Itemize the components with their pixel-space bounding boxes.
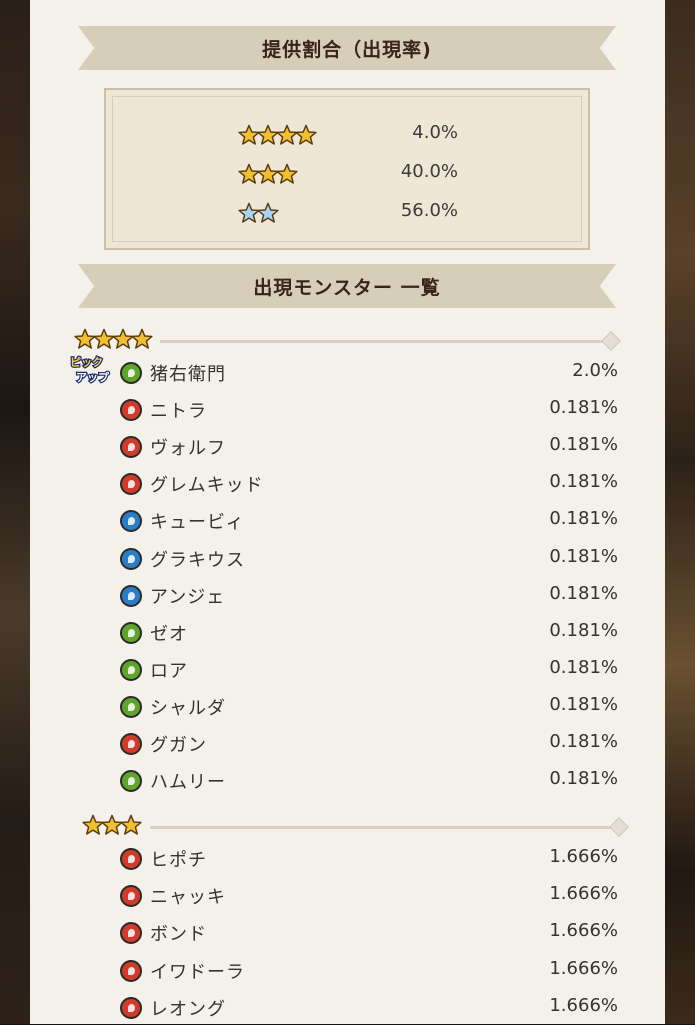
monster-name: シャルダ [150, 697, 226, 719]
four-star-section-header [70, 328, 630, 354]
monster-list-banner-title: 出現モンスター 一覧 [253, 276, 441, 299]
divider-diamond-icon [601, 331, 621, 351]
monster-row[interactable]: ハムリー 0.181% [30, 766, 665, 798]
monster-rate: 1.666% [549, 846, 618, 867]
rates-banner: 提供割合（出現率) [78, 26, 616, 70]
monster-rate: 1.666% [549, 883, 618, 905]
rarity-stars-icon [238, 202, 279, 228]
fire-attribute-icon [120, 996, 142, 1019]
monster-row[interactable]: アンジェ 0.181% [30, 581, 665, 613]
monster-row[interactable]: ニトラ 0.181% [30, 395, 665, 427]
monster-row[interactable]: ヴォルフ 0.181% [30, 432, 665, 464]
rate-row: 4.0% [106, 120, 588, 150]
monster-list-banner: 出現モンスター 一覧 [78, 264, 616, 308]
monster-rate: 1.666% [549, 957, 618, 979]
rate-value: 56.0% [400, 200, 458, 221]
monster-row[interactable]: キュービィ 0.181% [30, 506, 665, 538]
monster-row[interactable]: レオング 1.666% [30, 993, 665, 1025]
rate-row: 56.0% [106, 198, 588, 228]
rates-banner-title: 提供割合（出現率) [262, 38, 432, 61]
monster-rate: 0.181% [549, 582, 618, 604]
monster-rate: 0.181% [549, 397, 618, 419]
monster-rate: 0.181% [549, 656, 618, 678]
three-star-section-header [78, 814, 638, 840]
rate-value: 40.0% [400, 161, 458, 182]
monster-row[interactable]: グガン 0.181% [30, 729, 665, 761]
monster-name: イワドーラ [150, 961, 245, 983]
monster-name: レオング [150, 998, 226, 1020]
monster-rate: 0.181% [549, 731, 618, 752]
fire-attribute-icon [120, 436, 142, 459]
section-divider [150, 826, 618, 829]
monster-rate: 0.181% [549, 508, 618, 530]
monster-rate: 0.181% [549, 471, 618, 493]
rarity-stars-icon [238, 163, 298, 189]
monster-name: グラキウス [150, 549, 245, 571]
four-star-stars-icon [74, 328, 153, 354]
monster-name: 猪右衛門 [150, 364, 226, 385]
monster-name: ニトラ [150, 401, 207, 423]
monster-rate: 1.666% [549, 920, 618, 942]
monster-rate: 2.0% [572, 360, 618, 381]
rate-value: 4.0% [412, 122, 458, 143]
pickup-badge: ピック アップ [68, 352, 114, 386]
gacha-rate-panel[interactable]: 提供割合（出現率) 4.0% 40.0% 56.0% 出現モンスター 一覧 ピックア… [30, 0, 665, 1024]
rate-row: 40.0% [106, 159, 588, 189]
monster-name: グレムキッド [150, 475, 264, 497]
three-star-stars-icon [82, 814, 142, 840]
fire-attribute-icon [120, 733, 142, 755]
monster-row[interactable]: ヒポチ 1.666% [30, 844, 665, 876]
background-right [665, 0, 695, 1024]
monster-row[interactable]: ロア 0.181% [30, 655, 665, 687]
svg-text:ピック: ピック [70, 356, 103, 369]
svg-text:アップ: アップ [76, 370, 110, 384]
monster-name: キュービィ [150, 512, 245, 534]
fire-attribute-icon [120, 848, 142, 870]
monster-name: ヴォルフ [150, 438, 226, 460]
rarity-stars-icon [238, 124, 317, 150]
wood-attribute-icon [120, 362, 142, 384]
fire-attribute-icon [120, 473, 142, 496]
monster-row[interactable]: グレムキッド 0.181% [30, 469, 665, 501]
monster-rate: 0.181% [549, 619, 618, 641]
section-divider [160, 340, 610, 343]
wood-attribute-icon [120, 621, 142, 644]
background-left [0, 0, 30, 1024]
monster-row[interactable]: ボンド 1.666% [30, 918, 665, 950]
wood-attribute-icon [120, 658, 142, 681]
monster-row[interactable]: ピック アップ 猪右衛門 2.0% [30, 355, 665, 390]
monster-row[interactable]: シャルダ 0.181% [30, 692, 665, 724]
fire-attribute-icon [120, 885, 142, 908]
divider-diamond-icon [609, 817, 629, 837]
monster-row[interactable]: ニャッキ 1.666% [30, 881, 665, 913]
monster-name: ニャッキ [150, 887, 226, 909]
water-attribute-icon [120, 510, 142, 533]
fire-attribute-icon [120, 399, 142, 422]
monster-name: ボンド [150, 924, 207, 946]
monster-name: アンジェ [150, 586, 226, 608]
water-attribute-icon [120, 547, 142, 570]
fire-attribute-icon [120, 959, 142, 982]
monster-row[interactable]: ゼオ 0.181% [30, 618, 665, 650]
monster-rate: 0.181% [549, 434, 618, 456]
monster-row[interactable]: グラキウス 0.181% [30, 544, 665, 576]
wood-attribute-icon [120, 770, 142, 793]
monster-name: グガン [150, 735, 207, 756]
monster-rate: 0.181% [549, 693, 618, 715]
rates-box: 4.0% 40.0% 56.0% [104, 88, 590, 250]
monster-row[interactable]: イワドーラ 1.666% [30, 956, 665, 988]
monster-rate: 0.181% [549, 768, 618, 790]
monster-name: ゼオ [150, 623, 188, 645]
monster-rate: 0.181% [549, 545, 618, 567]
wood-attribute-icon [120, 695, 142, 718]
monster-rate: 1.666% [549, 994, 618, 1016]
monster-name: ヒポチ [150, 850, 207, 871]
fire-attribute-icon [120, 922, 142, 945]
monster-name: ハムリー [150, 772, 226, 794]
water-attribute-icon [120, 584, 142, 607]
monster-name: ロア [150, 660, 188, 682]
